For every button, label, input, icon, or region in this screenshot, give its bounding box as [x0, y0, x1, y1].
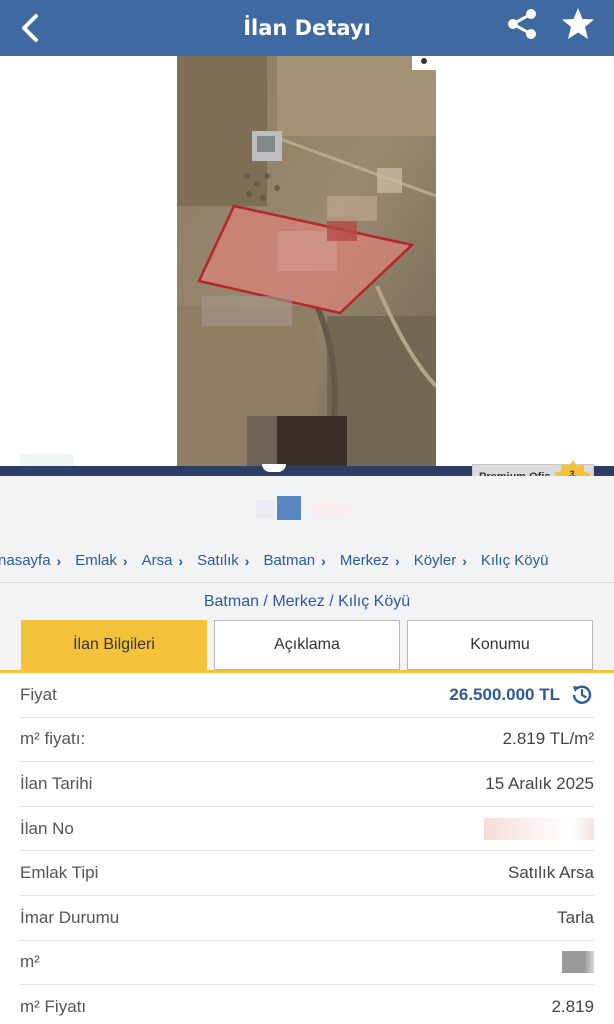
breadcrumb-label: Kılıç Köyü	[480, 552, 549, 569]
tab-location[interactable]: Konumu	[407, 620, 593, 670]
share-icon	[508, 9, 536, 39]
row-label: m² Fiyatı	[20, 996, 87, 1016]
thumbnail[interactable]	[312, 500, 350, 518]
listing-photo[interactable]	[177, 56, 436, 468]
price-history-icon[interactable]	[570, 683, 594, 707]
breadcrumb-item[interactable]: Merkez ›	[340, 552, 414, 569]
breadcrumb-label: Emlak	[75, 552, 117, 569]
breadcrumb: Anasayfa›Emlak›Arsa›Satılık›Batman›Merke…	[0, 542, 614, 582]
row-value: 2.819 TL/m²	[502, 729, 594, 749]
row-value: 2.819	[551, 996, 594, 1016]
breadcrumb-item[interactable]: Batman ›	[263, 552, 339, 569]
row-value: Tarla	[557, 907, 594, 927]
breadcrumb-item[interactable]: Anasayfa ›	[0, 552, 75, 569]
tab-listing-info[interactable]: İlan Bilgileri	[21, 620, 207, 670]
table-row-m2-price-2: m² Fiyatı 2.819	[20, 985, 594, 1024]
breadcrumb-item[interactable]: Arsa ›	[142, 552, 198, 569]
top-app-bar: İlan Detayı	[0, 0, 614, 56]
breadcrumb-item[interactable]: Emlak ›	[75, 552, 141, 569]
chevron-right-icon: ›	[462, 552, 467, 569]
row-value: 15 Aralık 2025	[485, 773, 594, 793]
row-label: Emlak Tipi	[20, 863, 99, 883]
row-label: m² fiyatı:	[20, 729, 86, 749]
divider	[0, 582, 614, 583]
row-value: Satılık Arsa	[508, 863, 594, 883]
thumbnail[interactable]	[256, 500, 274, 518]
page-title: İlan Detayı	[243, 16, 371, 40]
table-row-price: Fiyat 26.500.000 TL	[20, 673, 594, 718]
breadcrumb-label: Arsa	[141, 552, 173, 569]
price-text: 26.500.000 TL	[449, 684, 560, 704]
chevron-right-icon: ›	[321, 552, 326, 569]
table-row-listing-date: İlan Tarihi 15 Aralık 2025	[20, 762, 594, 807]
chevron-right-icon: ›	[244, 552, 250, 569]
share-button[interactable]	[505, 6, 541, 42]
satellite-map-image	[177, 56, 436, 468]
thumbnail-active[interactable]	[277, 496, 301, 520]
row-label: İlan Tarihi	[20, 773, 93, 793]
chevron-right-icon: ›	[395, 552, 400, 569]
redacted-area	[562, 951, 594, 974]
listing-info-table: Fiyat 26.500.000 TL m² fiyatı: 2.819 TL/…	[0, 673, 614, 1024]
row-label: İlan No	[20, 818, 74, 838]
favorite-button[interactable]	[560, 6, 596, 42]
thumbnail-strip	[0, 476, 614, 542]
breadcrumb-label: Batman	[263, 552, 316, 569]
location-text: Batman / Merkez / Kılıç Köyü	[0, 582, 614, 620]
row-label: İmar Durumu	[20, 907, 120, 927]
breadcrumb-label: Köyler	[413, 552, 457, 569]
chevron-right-icon: ›	[122, 552, 128, 569]
chevron-left-icon	[22, 14, 38, 42]
table-row-listing-no: İlan No	[20, 807, 594, 852]
breadcrumb-label: Satılık	[197, 552, 239, 569]
redacted-listing-no	[484, 817, 594, 840]
chevron-right-icon: ›	[56, 552, 62, 569]
breadcrumb-row: Anasayfa›Emlak›Arsa›Satılık›Batman›Merke…	[0, 552, 548, 569]
back-button[interactable]	[18, 10, 48, 46]
star-icon	[562, 8, 594, 39]
table-row-m2-price: m² fiyatı: 2.819 TL/m²	[20, 718, 594, 763]
breadcrumb-item[interactable]: Köyler ›	[414, 552, 481, 569]
row-label: Fiyat	[20, 684, 57, 704]
row-value-price: 26.500.000 TL	[449, 683, 594, 707]
breadcrumb-item[interactable]: Kılıç Köyü	[481, 552, 549, 569]
tab-description[interactable]: Açıklama	[214, 620, 400, 670]
photo-gallery[interactable]	[0, 56, 614, 500]
breadcrumb-item[interactable]: Satılık ›	[197, 552, 263, 569]
table-row-zoning: İmar Durumu Tarla	[20, 896, 594, 941]
tab-bar: İlan Bilgileri Açıklama Konumu	[0, 620, 614, 672]
breadcrumb-label: Anasayfa	[0, 552, 51, 569]
table-row-area: m²	[20, 941, 594, 986]
chevron-right-icon: ›	[178, 552, 184, 569]
table-row-property-type: Emlak Tipi Satılık Arsa	[20, 851, 594, 896]
row-label: m²	[20, 952, 40, 972]
breadcrumb-label: Merkez	[339, 552, 390, 569]
